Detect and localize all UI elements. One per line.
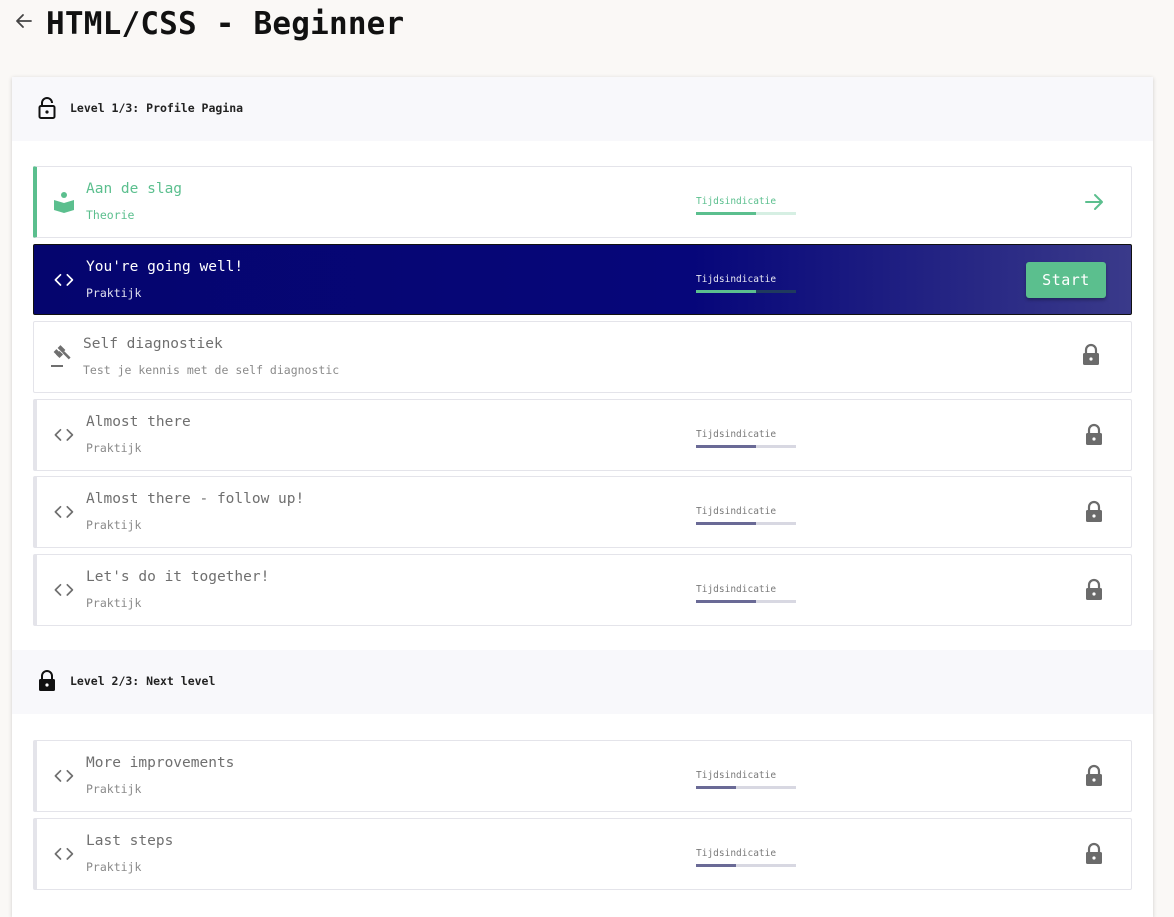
lesson-title: Self diagnostiek <box>83 336 223 352</box>
lesson-title: More improvements <box>86 755 235 771</box>
code-brackets-icon <box>54 428 74 441</box>
time-bar <box>696 522 796 525</box>
code-brackets-icon <box>54 769 74 782</box>
level-header-1: Level 1/3: Profile Pagina <box>12 77 1153 141</box>
time-label: Tijdsindicatie <box>696 584 777 595</box>
unlocked-padlock-icon <box>38 97 56 119</box>
lesson-title: Almost there - follow up! <box>86 491 305 507</box>
time-indicator: Tijdsindicatie <box>696 429 797 448</box>
padlock-icon <box>1086 764 1102 786</box>
locked-padlock-icon <box>39 670 55 691</box>
lesson-item-self-diagnostiek[interactable]: Self diagnostiek Test je kennis met de s… <box>33 321 1132 393</box>
page-header: HTML/CSS - Beginner <box>0 0 1174 48</box>
time-indicator: Tijdsindicatie <box>696 848 797 867</box>
lesson-title: Last steps <box>86 833 174 849</box>
lesson-subtitle: Praktijk <box>86 518 142 532</box>
lesson-item-youre-going-well[interactable]: You're going well! Praktijk Tijdsindicat… <box>33 244 1132 315</box>
level-label: Level 1/3: Profile Pagina <box>70 101 244 115</box>
time-bar-fill <box>696 864 736 867</box>
time-bar-fill <box>696 445 756 448</box>
lesson-title: Let's do it together! <box>86 569 270 585</box>
time-indicator: Tijdsindicatie <box>696 584 797 603</box>
lesson-subtitle: Praktijk <box>86 860 142 874</box>
lesson-subtitle: Praktijk <box>86 782 142 796</box>
code-brackets-icon <box>54 847 74 860</box>
lesson-title: Almost there <box>86 414 191 430</box>
time-label: Tijdsindicatie <box>696 770 777 781</box>
level-header-2: Level 2/3: Next level <box>12 650 1153 714</box>
time-indicator: Tijdsindicatie <box>696 196 797 215</box>
lesson-item-almost-there[interactable]: Almost there Praktijk Tijdsindicatie <box>33 399 1132 471</box>
lesson-item-lets-do-it-together[interactable]: Let's do it together! Praktijk Tijdsindi… <box>33 554 1132 626</box>
level-label: Level 2/3: Next level <box>70 674 216 688</box>
gavel-icon <box>51 345 71 367</box>
time-indicator: Tijdsindicatie <box>696 274 797 293</box>
padlock-icon <box>1086 842 1102 864</box>
lesson-item-more-improvements[interactable]: More improvements Praktijk Tijdsindicati… <box>33 740 1132 812</box>
time-indicator: Tijdsindicatie <box>696 770 797 789</box>
lesson-item-last-steps[interactable]: Last steps Praktijk Tijdsindicatie <box>33 818 1132 890</box>
book-reader-icon <box>54 192 74 213</box>
time-bar <box>696 864 796 867</box>
time-label: Tijdsindicatie <box>696 274 777 285</box>
lesson-subtitle: Praktijk <box>86 286 142 300</box>
time-bar <box>696 786 796 789</box>
lesson-subtitle: Test je kennis met de self diagnostic <box>83 363 340 377</box>
time-bar-fill <box>696 600 756 603</box>
lesson-subtitle: Praktijk <box>86 441 142 455</box>
padlock-icon <box>1086 500 1102 522</box>
code-brackets-icon <box>54 273 74 286</box>
time-bar <box>696 600 796 603</box>
time-bar <box>696 290 796 293</box>
time-bar-fill <box>696 786 736 789</box>
time-bar <box>696 212 796 215</box>
start-button[interactable]: Start <box>1026 262 1106 298</box>
code-brackets-icon <box>54 583 74 596</box>
padlock-icon <box>1086 423 1102 445</box>
page-title: HTML/CSS - Beginner <box>46 6 405 42</box>
arrow-right-icon[interactable] <box>1083 190 1105 214</box>
lesson-item-aan-de-slag[interactable]: Aan de slag Theorie Tijdsindicatie <box>33 166 1132 238</box>
lesson-subtitle: Theorie <box>86 208 135 222</box>
time-indicator: Tijdsindicatie <box>696 506 797 525</box>
padlock-icon <box>1086 578 1102 600</box>
lesson-subtitle: Praktijk <box>86 596 142 610</box>
arrow-left-icon[interactable] <box>14 11 34 31</box>
code-brackets-icon <box>54 505 74 518</box>
time-bar-fill <box>696 522 756 525</box>
time-label: Tijdsindicatie <box>696 429 777 440</box>
time-label: Tijdsindicatie <box>696 506 777 517</box>
course-card: Level 1/3: Profile Pagina Aan de slag Th… <box>12 77 1153 917</box>
time-label: Tijdsindicatie <box>696 848 777 859</box>
lesson-title: Aan de slag <box>86 181 183 197</box>
time-label: Tijdsindicatie <box>696 196 777 207</box>
time-bar <box>696 445 796 448</box>
lesson-item-almost-there-follow-up[interactable]: Almost there - follow up! Praktijk Tijds… <box>33 476 1132 548</box>
time-bar-fill <box>696 290 756 293</box>
time-bar-fill <box>696 212 756 215</box>
padlock-icon <box>1083 343 1099 365</box>
lesson-title: You're going well! <box>86 259 244 275</box>
